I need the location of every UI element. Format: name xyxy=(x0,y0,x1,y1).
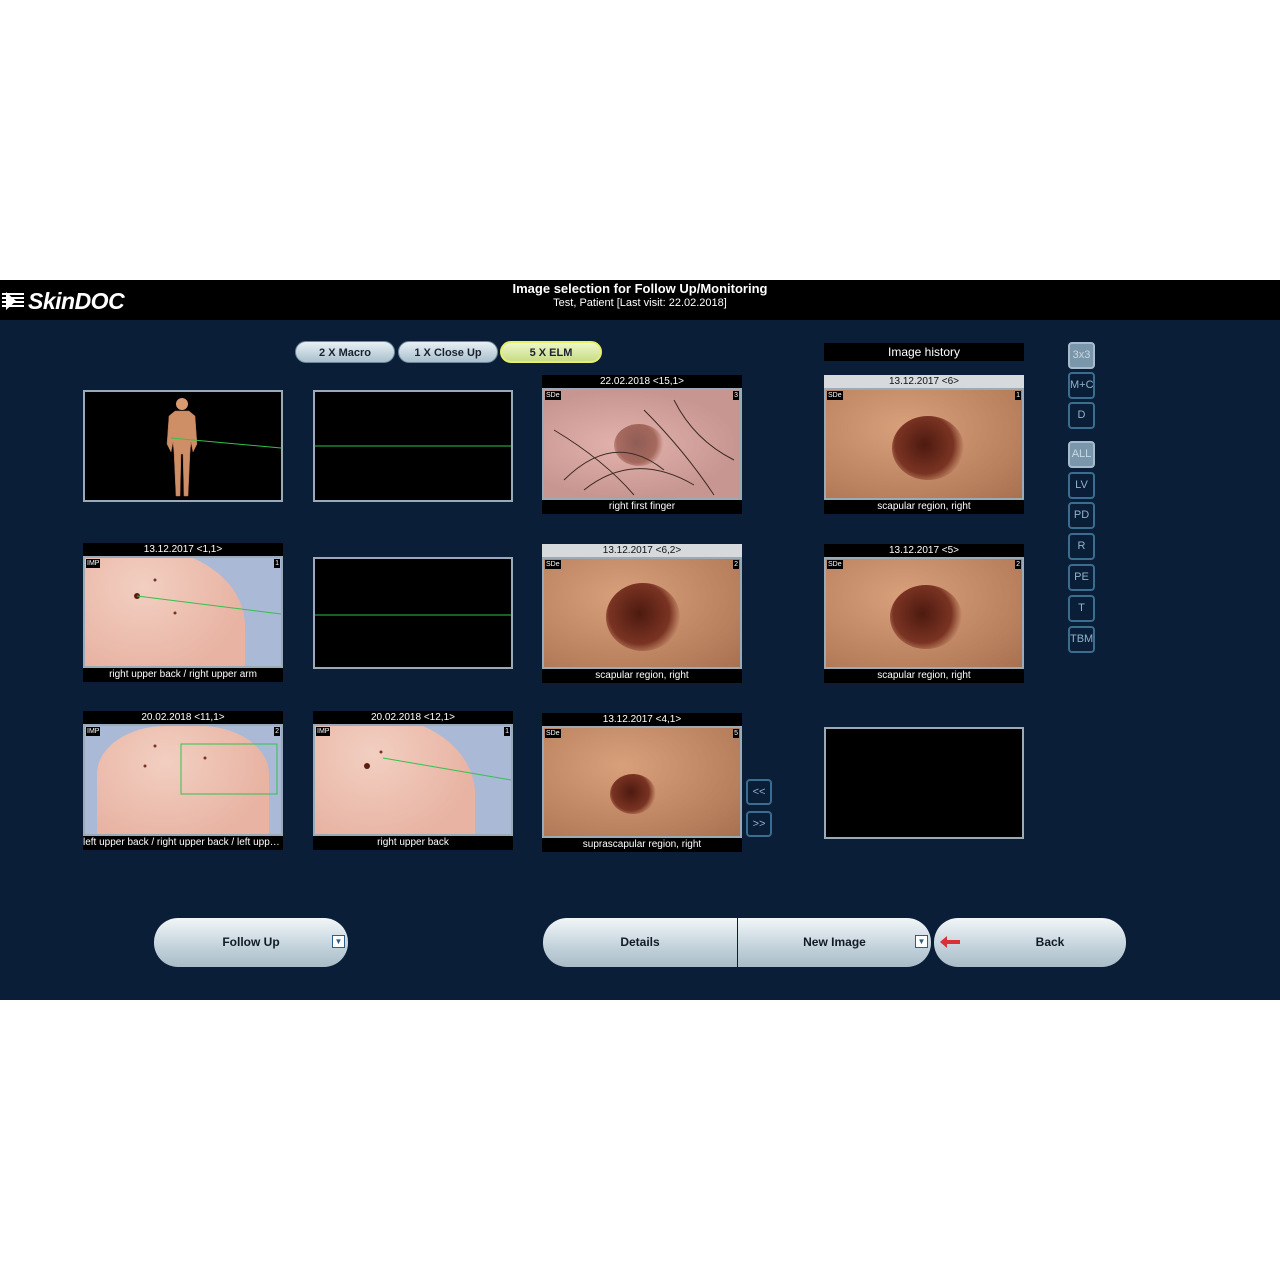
body-map-slot[interactable] xyxy=(83,390,283,502)
chevron-down-icon[interactable]: ▼ xyxy=(915,935,928,948)
link-line xyxy=(134,578,281,615)
image-type-badge: IMP xyxy=(86,727,101,736)
image-type-badge: SDe xyxy=(827,391,843,400)
image-type-badge: SDe xyxy=(545,729,561,738)
image-caption: right upper back xyxy=(313,836,513,850)
tab-1x-close-up[interactable]: 1 X Close Up xyxy=(398,341,498,363)
image-caption: scapular region, right xyxy=(824,500,1024,514)
dermoscopy-image[interactable]: SDe 2 xyxy=(542,557,742,669)
patient-info: Test, Patient [Last visit: 22.02.2018] xyxy=(553,297,727,309)
image-number-badge: 2 xyxy=(733,560,739,569)
view-3x3-button[interactable]: 3x3 xyxy=(1068,342,1095,369)
history-empty-slot[interactable] xyxy=(824,727,1024,839)
image-date: 13.12.2017 <6> xyxy=(824,375,1024,388)
back-arrow-icon xyxy=(940,936,960,948)
back-button[interactable]: Back xyxy=(934,918,1126,967)
image-number-badge: 5 xyxy=(733,729,739,738)
image-number-badge: 1 xyxy=(504,727,510,736)
image-date: 13.12.2017 <4,1> xyxy=(542,713,742,726)
new-image-label: New Image xyxy=(803,935,866,949)
closeup-image-bottom[interactable]: 20.02.2018 <12,1> IMP 1 right upper back xyxy=(313,711,513,853)
image-caption: scapular region, right xyxy=(542,669,742,683)
dermoscopy-image[interactable]: SDe 2 xyxy=(824,557,1024,669)
image-caption: suprascapular region, right xyxy=(542,838,742,852)
image-number-badge: 1 xyxy=(1015,391,1021,400)
image-caption: right upper back / right upper arm xyxy=(83,668,283,682)
image-type-badge: SDe xyxy=(545,391,561,400)
history-image-top[interactable]: 13.12.2017 <6> SDe 1 scapular region, ri… xyxy=(824,375,1024,517)
filter-lv-button[interactable]: LV xyxy=(1068,472,1095,499)
macro-image-bottom[interactable]: 20.02.2018 <11,1> IMP 2 left upper back … xyxy=(83,711,283,853)
region-box xyxy=(143,743,278,795)
back-label: Back xyxy=(1035,935,1065,949)
image-number-badge: 2 xyxy=(274,727,280,736)
empty-slot-1[interactable] xyxy=(313,390,513,502)
lesion xyxy=(610,774,656,814)
follow-up-label: Follow Up xyxy=(222,935,280,949)
tab-5x-elm[interactable]: 5 X ELM xyxy=(500,341,602,363)
closeup-photo[interactable]: IMP 1 xyxy=(83,556,283,668)
lesion xyxy=(606,583,680,651)
view-m-c-button[interactable]: M+C xyxy=(1068,372,1095,399)
dermoscopy-image[interactable]: SDe 5 xyxy=(542,726,742,838)
image-date: 22.02.2018 <15,1> xyxy=(542,375,742,388)
view-d-button[interactable]: D xyxy=(1068,402,1095,429)
link-line xyxy=(315,614,511,616)
elm-image-top[interactable]: 22.02.2018 <15,1> SDe 3 right first fing… xyxy=(542,375,742,517)
hair-overlay xyxy=(553,399,735,496)
details-button[interactable]: Details xyxy=(543,918,737,967)
image-type-badge: SDe xyxy=(827,560,843,569)
image-date: 20.02.2018 <12,1> xyxy=(313,711,513,724)
new-image-button[interactable]: New Image ▼ xyxy=(738,918,931,967)
details-label: Details xyxy=(620,935,660,949)
filter-pe-button[interactable]: PE xyxy=(1068,564,1095,591)
tab-2x-macro[interactable]: 2 X Macro xyxy=(295,341,395,363)
skindoc-window: SkinDOC Image selection for Follow Up/Mo… xyxy=(0,280,1280,1000)
image-type-badge: IMP xyxy=(86,559,101,568)
link-line xyxy=(315,445,511,447)
filter-pd-button[interactable]: PD xyxy=(1068,502,1095,529)
image-date: 13.12.2017 <1,1> xyxy=(83,543,283,556)
page-title: Image selection for Follow Up/Monitoring xyxy=(512,281,768,296)
next-page-button[interactable]: >> xyxy=(746,811,772,837)
closeup-photo[interactable]: IMP 1 xyxy=(313,724,513,836)
dermoscopy-image[interactable]: SDe 1 xyxy=(824,388,1024,500)
filter-t-button[interactable]: T xyxy=(1068,595,1095,622)
history-image-mid[interactable]: 13.12.2017 <5> SDe 2 scapular region, ri… xyxy=(824,544,1024,686)
elm-image-bottom[interactable]: 13.12.2017 <4,1> SDe 5 suprascapular reg… xyxy=(542,713,742,855)
macro-photo[interactable]: IMP 2 xyxy=(83,724,283,836)
follow-up-button[interactable]: Follow Up ▼ xyxy=(154,918,348,967)
lesion xyxy=(892,416,964,480)
dermoscopy-image[interactable]: SDe 3 xyxy=(542,388,742,500)
image-date: 13.12.2017 <6,2> xyxy=(542,544,742,557)
history-empty-frame[interactable] xyxy=(824,727,1024,839)
image-history-header: Image history xyxy=(824,343,1024,361)
image-caption: scapular region, right xyxy=(824,669,1024,683)
lesion xyxy=(890,585,962,649)
image-date: 20.02.2018 <11,1> xyxy=(83,711,283,724)
elm-image-mid[interactable]: 13.12.2017 <6,2> SDe 2 scapular region, … xyxy=(542,544,742,686)
image-type-badge: SDe xyxy=(545,560,561,569)
body-figure-icon xyxy=(85,392,281,500)
image-caption: right first finger xyxy=(542,500,742,514)
closeup-image-mid[interactable]: 13.12.2017 <1,1> IMP 1 right upper back … xyxy=(83,543,283,685)
empty-slot-2[interactable] xyxy=(313,557,513,669)
image-number-badge: 3 xyxy=(733,391,739,400)
previous-page-button[interactable]: << xyxy=(746,779,772,805)
image-date: 13.12.2017 <5> xyxy=(824,544,1024,557)
empty-frame-1[interactable] xyxy=(313,390,513,502)
body-map-frame[interactable] xyxy=(83,390,283,502)
filter-tbm-button[interactable]: TBM xyxy=(1068,626,1095,653)
filter-all-button[interactable]: ALL xyxy=(1068,441,1095,468)
image-number-badge: 2 xyxy=(1015,560,1021,569)
filter-r-button[interactable]: R xyxy=(1068,533,1095,560)
link-line xyxy=(364,750,511,781)
image-number-badge: 1 xyxy=(274,559,280,568)
empty-frame-2[interactable] xyxy=(313,557,513,669)
image-caption: left upper back / right upper back / lef… xyxy=(83,836,283,850)
title-bar: SkinDOC Image selection for Follow Up/Mo… xyxy=(0,280,1280,320)
image-type-badge: IMP xyxy=(316,727,331,736)
chevron-down-icon[interactable]: ▼ xyxy=(332,935,345,948)
